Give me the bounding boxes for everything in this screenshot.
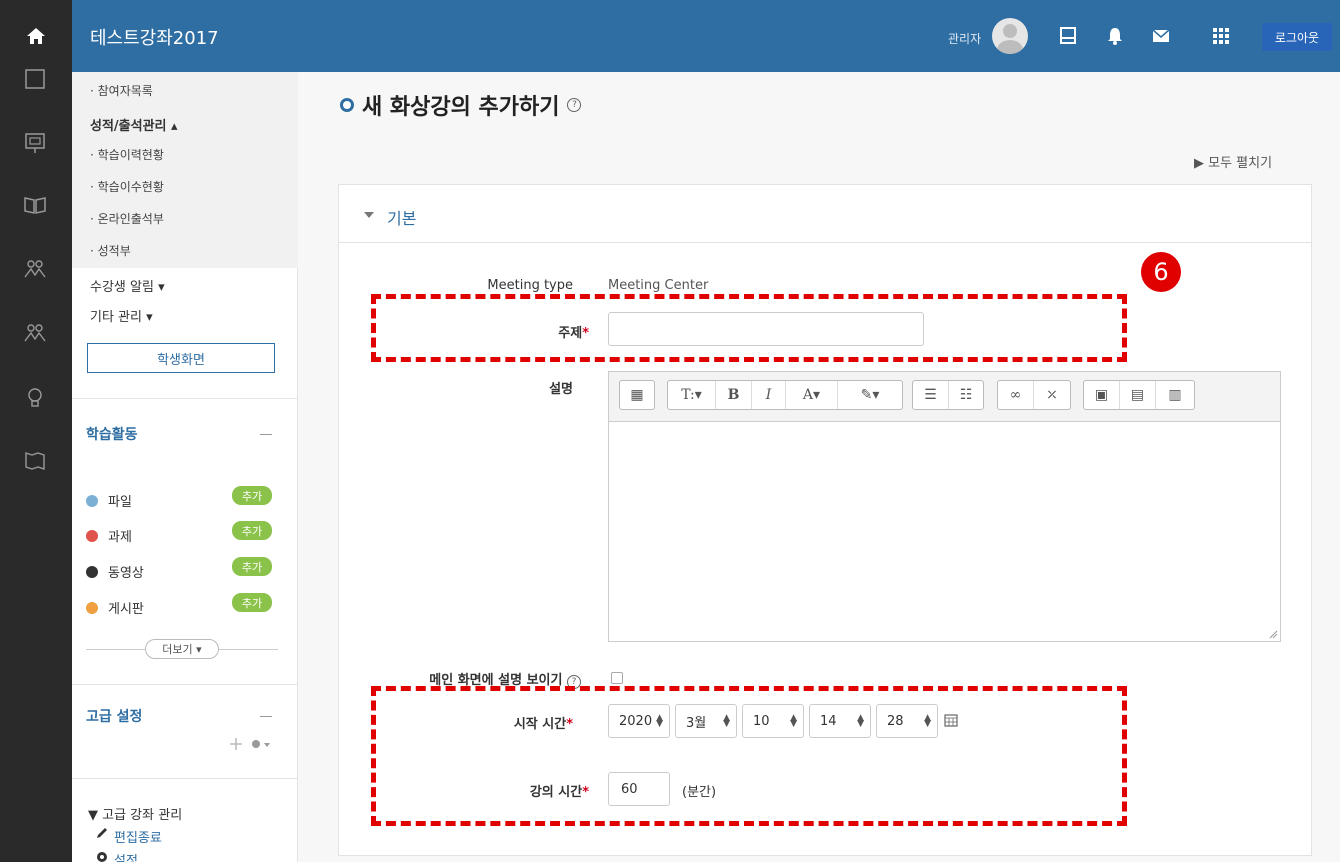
help-icon[interactable]: ? xyxy=(567,98,582,112)
activity-assignment-label[interactable]: 과제 xyxy=(108,526,132,545)
font-size-button[interactable]: T:▾ xyxy=(668,381,716,409)
student-view-button[interactable]: 학생화면 xyxy=(87,343,275,373)
gear-icon xyxy=(97,852,107,862)
resize-handle-icon[interactable] xyxy=(1268,629,1278,639)
activity-video-label[interactable]: 동영상 xyxy=(108,562,144,581)
menu-completion-status[interactable]: · 학습이수현황 xyxy=(90,178,164,195)
unlink-icon[interactable]: ⤫ xyxy=(1034,381,1070,409)
move-settings-icon[interactable] xyxy=(230,737,270,751)
user-avatar[interactable] xyxy=(992,18,1028,54)
presentation-icon[interactable] xyxy=(22,130,48,156)
board-icon[interactable] xyxy=(22,66,48,92)
divider xyxy=(72,778,298,779)
meeting-type-label: Meeting type xyxy=(487,278,573,293)
divider xyxy=(72,398,298,399)
left-sidebar: · 참여자목록 성적/출석관리 ▴ · 학습이력현황 · 학습이수현황 · 온라… xyxy=(72,72,298,862)
bullet-list-icon[interactable]: ☰ xyxy=(913,381,949,409)
show-description-checkbox[interactable] xyxy=(611,672,623,684)
file-icon xyxy=(86,495,98,507)
toolbar-group: ▣ ▤ ▥ xyxy=(1083,380,1195,410)
meeting-type-value: Meeting Center xyxy=(608,278,709,293)
image-icon[interactable]: ▣ xyxy=(1084,381,1120,409)
description-label: 설명 xyxy=(549,382,573,397)
board-post-icon xyxy=(86,602,98,614)
media-icon[interactable]: ▤ xyxy=(1120,381,1156,409)
menu-participants[interactable]: · 참여자목록 xyxy=(90,82,153,99)
people-icon[interactable] xyxy=(22,256,48,282)
top-navbar: 테스트강좌2017 관리자 로그아웃 xyxy=(0,0,1340,72)
course-menu xyxy=(72,72,298,268)
bold-button[interactable]: B xyxy=(716,381,752,409)
logout-button[interactable]: 로그아웃 xyxy=(1262,23,1332,51)
add-video-button[interactable]: 추가 xyxy=(232,557,272,576)
user-role-label: 관리자 xyxy=(948,32,982,46)
group-icon[interactable] xyxy=(22,320,48,346)
pencil-icon xyxy=(97,828,107,838)
page-title-text: 새 화상강의 추가하기 xyxy=(362,95,560,120)
edit-end-link[interactable]: 편집종료 xyxy=(114,827,162,846)
mail-icon[interactable] xyxy=(1151,26,1171,46)
link-icon[interactable]: ∞ xyxy=(998,381,1034,409)
divider xyxy=(218,649,278,650)
home-button[interactable] xyxy=(0,0,72,72)
apps-grid-icon[interactable] xyxy=(1211,26,1231,46)
divider xyxy=(339,242,1311,243)
lightbulb-icon[interactable] xyxy=(22,384,48,410)
toolbar-group: T:▾ B I A▾ ✎▾ xyxy=(667,380,903,410)
font-color-button[interactable]: A▾ xyxy=(786,381,838,409)
page-title: 새 화상강의 추가하기 ? xyxy=(340,89,582,121)
menu-grades-attendance[interactable]: 성적/출석관리 ▴ xyxy=(90,115,178,134)
highlight-button[interactable]: ✎▾ xyxy=(838,381,902,409)
video-embed-icon[interactable]: ▥ xyxy=(1156,381,1194,409)
video-icon xyxy=(86,566,98,578)
toolbar-group: ☰ ☷ xyxy=(912,380,984,410)
menu-online-attendance[interactable]: · 온라인출석부 xyxy=(90,210,164,227)
numbered-list-icon[interactable]: ☷ xyxy=(949,381,983,409)
settings-link[interactable]: 설정 xyxy=(114,850,138,862)
add-file-button[interactable]: 추가 xyxy=(232,486,272,505)
section-title[interactable]: 기본 xyxy=(387,205,416,229)
advanced-course-manage[interactable]: ▼ 고급 강좌 관리 xyxy=(88,804,182,823)
map-book-icon[interactable] xyxy=(22,448,48,474)
book-open-icon[interactable] xyxy=(22,192,48,218)
expand-all-link[interactable]: ▶ 모두 펼치기 xyxy=(1194,152,1272,171)
description-editor[interactable]: ▦ T:▾ B I A▾ ✎▾ ☰ ☷ ∞ ⤫ ▣ ▤ ▥ xyxy=(608,371,1281,642)
menu-gradebook[interactable]: · 성적부 xyxy=(90,242,131,259)
activity-board-label[interactable]: 게시판 xyxy=(108,598,144,617)
activities-block-title: 학습활동 xyxy=(86,427,138,443)
italic-button[interactable]: I xyxy=(752,381,786,409)
editor-toolbar: ▦ T:▾ B I A▾ ✎▾ ☰ ☷ ∞ ⤫ ▣ ▤ ▥ xyxy=(609,372,1280,422)
activity-file-label[interactable]: 파일 xyxy=(108,491,132,510)
toolbar-group: ▦ xyxy=(619,380,655,410)
divider xyxy=(86,649,146,650)
monitor-icon[interactable] xyxy=(1058,26,1078,46)
more-button[interactable]: 더보기 ▾ xyxy=(145,639,219,659)
icon-rail xyxy=(0,69,72,862)
menu-student-notify[interactable]: 수강생 알림 ▾ xyxy=(90,276,165,295)
site-title[interactable]: 테스트강좌2017 xyxy=(90,24,219,50)
keyboard-toggle-icon[interactable]: ▦ xyxy=(620,381,654,409)
bell-icon[interactable] xyxy=(1105,26,1125,46)
collapse-icon[interactable] xyxy=(260,434,272,435)
add-assignment-button[interactable]: 추가 xyxy=(232,521,272,540)
advanced-block-title: 고급 설정 xyxy=(86,709,143,725)
toolbar-group: ∞ ⤫ xyxy=(997,380,1071,410)
divider xyxy=(72,684,298,685)
collapse-icon[interactable] xyxy=(260,716,272,717)
highlight-box-time xyxy=(371,686,1127,826)
step-number-badge: 6 xyxy=(1141,252,1181,292)
title-bullet-icon xyxy=(340,98,354,112)
menu-other-manage[interactable]: 기타 관리 ▾ xyxy=(90,306,153,325)
highlight-box-subject xyxy=(371,294,1127,362)
assignment-icon xyxy=(86,530,98,542)
chevron-down-icon[interactable] xyxy=(363,210,375,220)
add-board-button[interactable]: 추가 xyxy=(232,593,272,612)
home-icon xyxy=(27,28,45,44)
menu-learning-history[interactable]: · 학습이력현황 xyxy=(90,146,164,163)
